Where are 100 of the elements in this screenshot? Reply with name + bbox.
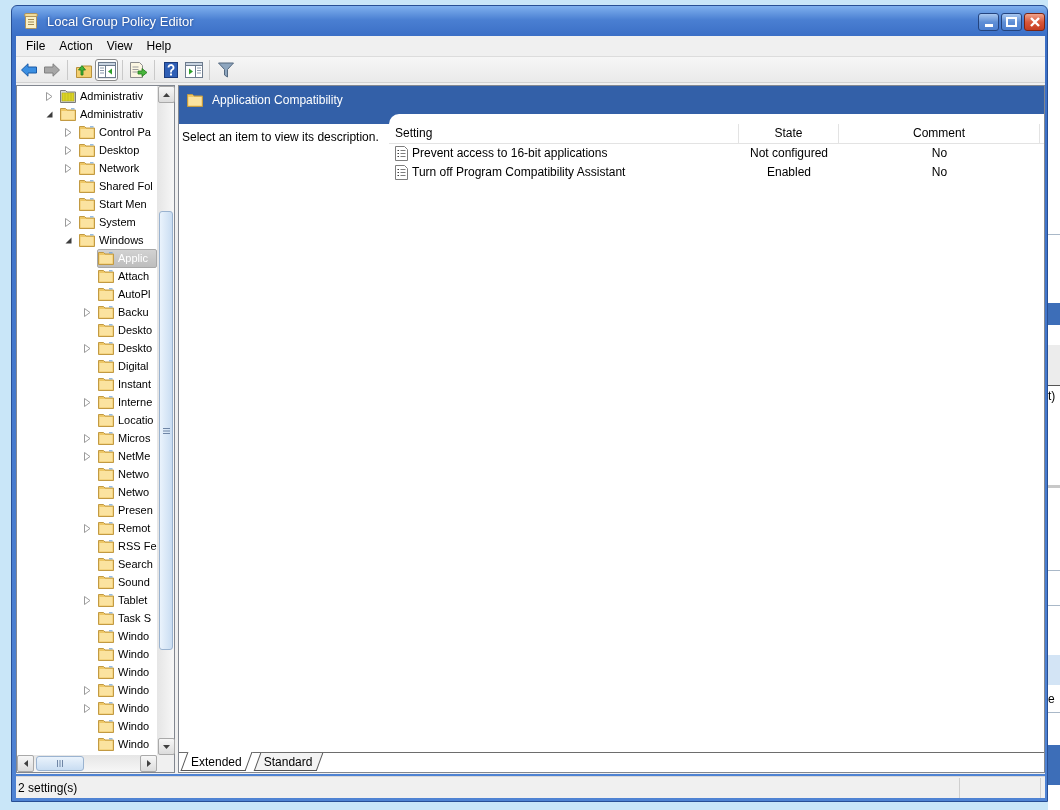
tree-item[interactable]: Netwo	[97, 464, 153, 484]
right-triangle-icon	[146, 760, 151, 767]
list-document-icon	[395, 165, 408, 180]
tree-item[interactable]: Backu	[97, 302, 152, 322]
folder-icon	[98, 701, 114, 715]
folder-icon	[98, 629, 114, 643]
scrollbar-thumb[interactable]	[36, 756, 84, 771]
column-header[interactable]: Comment	[839, 124, 1040, 143]
menu-item[interactable]: View	[99, 37, 140, 55]
folder-icon	[79, 143, 95, 157]
tree-item[interactable]: Task S	[97, 608, 154, 628]
folder-icon	[98, 413, 114, 427]
menu-item[interactable]: Help	[139, 37, 179, 55]
tree-item[interactable]: Shared Fol	[78, 176, 156, 196]
folder-icon	[79, 197, 95, 211]
description-text: Select an item to view its description.	[182, 130, 379, 144]
scroll-down-button[interactable]	[158, 738, 175, 755]
tree-item[interactable]: Locatio	[97, 410, 157, 430]
tree-item[interactable]: Windo	[97, 662, 153, 682]
expander-arrow-icon[interactable]	[65, 235, 72, 245]
tree-item[interactable]: Deskto	[97, 338, 156, 358]
tree-item[interactable]: Administrativ	[59, 86, 146, 106]
minimize-button[interactable]	[978, 12, 999, 31]
tree-item[interactable]: Presen	[97, 500, 156, 520]
folder-icon	[98, 647, 114, 661]
folder-icon	[98, 593, 114, 607]
cut-off-text: t)	[1048, 389, 1056, 403]
folder-icon	[98, 341, 114, 355]
table-cell-text: Not configured	[748, 145, 829, 162]
view-tab[interactable]: Extended	[180, 753, 253, 771]
column-header[interactable]: State	[739, 124, 839, 143]
show-tree-button[interactable]	[95, 58, 118, 81]
column-header[interactable]: Setting	[389, 124, 739, 143]
up-triangle-icon	[163, 92, 170, 97]
setting-name[interactable]: Turn off Program Compatibility Assistant	[389, 164, 739, 181]
scrollbar-thumb[interactable]	[159, 211, 173, 650]
tree-item[interactable]: Start Men	[78, 194, 150, 214]
setting-name[interactable]: Prevent access to 16-bit applications	[389, 145, 739, 162]
panel-header	[1048, 303, 1060, 325]
folder-icon	[98, 737, 114, 751]
tree-item[interactable]: Windows	[78, 230, 147, 250]
maximize-button[interactable]	[1001, 12, 1022, 31]
tree-item[interactable]: Instant	[97, 374, 155, 394]
window-title: Local Group Policy Editor	[47, 13, 194, 29]
tree-item[interactable]: Micros	[97, 428, 154, 448]
folder-icon	[98, 467, 114, 481]
scroll-up-button[interactable]	[158, 86, 175, 103]
tree-item[interactable]: Network	[78, 158, 143, 178]
tree-item[interactable]: Attach	[97, 266, 153, 286]
tree-item[interactable]: Windo	[97, 644, 153, 664]
table-cell-text: No	[930, 145, 949, 162]
table-cell-text: No	[930, 164, 949, 181]
vertical-scrollbar[interactable]	[157, 86, 174, 755]
tree-item[interactable]: Windo	[97, 698, 153, 718]
tree-item[interactable]: Windo	[97, 716, 153, 736]
tree-item[interactable]: Digital	[97, 356, 152, 376]
folder-icon	[98, 503, 114, 517]
tree-item[interactable]: Search	[97, 554, 156, 574]
scroll-right-button[interactable]	[140, 755, 157, 772]
folder-icon	[98, 539, 114, 553]
list-document-icon	[395, 146, 408, 161]
status-text: 2 setting(s)	[17, 780, 79, 795]
tree-item[interactable]: RSS Fe	[97, 536, 157, 556]
tree-item[interactable]: Remot	[97, 518, 154, 538]
folder-icon	[98, 287, 114, 301]
tree-item[interactable]: Windo	[97, 734, 153, 754]
tree-item[interactable]: Interne	[97, 392, 156, 412]
left-arrow-icon	[20, 62, 37, 77]
tree-item[interactable]: NetMe	[97, 446, 154, 466]
cut-off-text: e	[1048, 692, 1055, 706]
folder-icon	[98, 449, 114, 463]
folder-icon	[98, 521, 114, 535]
tree-item[interactable]: Windo	[97, 626, 153, 646]
horizontal-scrollbar[interactable]	[17, 755, 157, 772]
minimize-icon	[984, 23, 993, 27]
tree-item[interactable]: Administrativ	[59, 104, 146, 124]
folder-icon	[98, 611, 114, 625]
tree-item[interactable]: System	[78, 212, 139, 232]
funnel-icon	[217, 61, 234, 78]
down-triangle-icon	[163, 744, 170, 749]
view-tab[interactable]: Standard	[252, 753, 324, 771]
left-triangle-icon	[23, 760, 28, 767]
help-icon	[163, 61, 178, 78]
maximize-icon	[1006, 16, 1017, 27]
tree-item[interactable]: Tablet	[97, 590, 151, 610]
tree-item[interactable]: Deskto	[97, 320, 156, 340]
scroll-icon	[24, 12, 38, 30]
scroll-left-button[interactable]	[17, 755, 34, 772]
tree-item[interactable]: AutoPl	[97, 284, 154, 304]
close-button[interactable]	[1024, 12, 1045, 31]
menu-item[interactable]: File	[19, 37, 53, 55]
tree-item[interactable]: Netwo	[97, 482, 153, 502]
tree-item[interactable]: Sound	[97, 572, 153, 592]
expander-arrow-icon[interactable]	[46, 109, 53, 119]
menu-item[interactable]: Action	[52, 37, 100, 55]
tree-item[interactable]: Desktop	[78, 140, 143, 160]
folder-icon	[98, 485, 114, 499]
tree-item[interactable]: Control Pa	[78, 122, 154, 142]
column-header-strip	[1048, 345, 1060, 386]
tree-item[interactable]: Windo	[97, 680, 153, 700]
